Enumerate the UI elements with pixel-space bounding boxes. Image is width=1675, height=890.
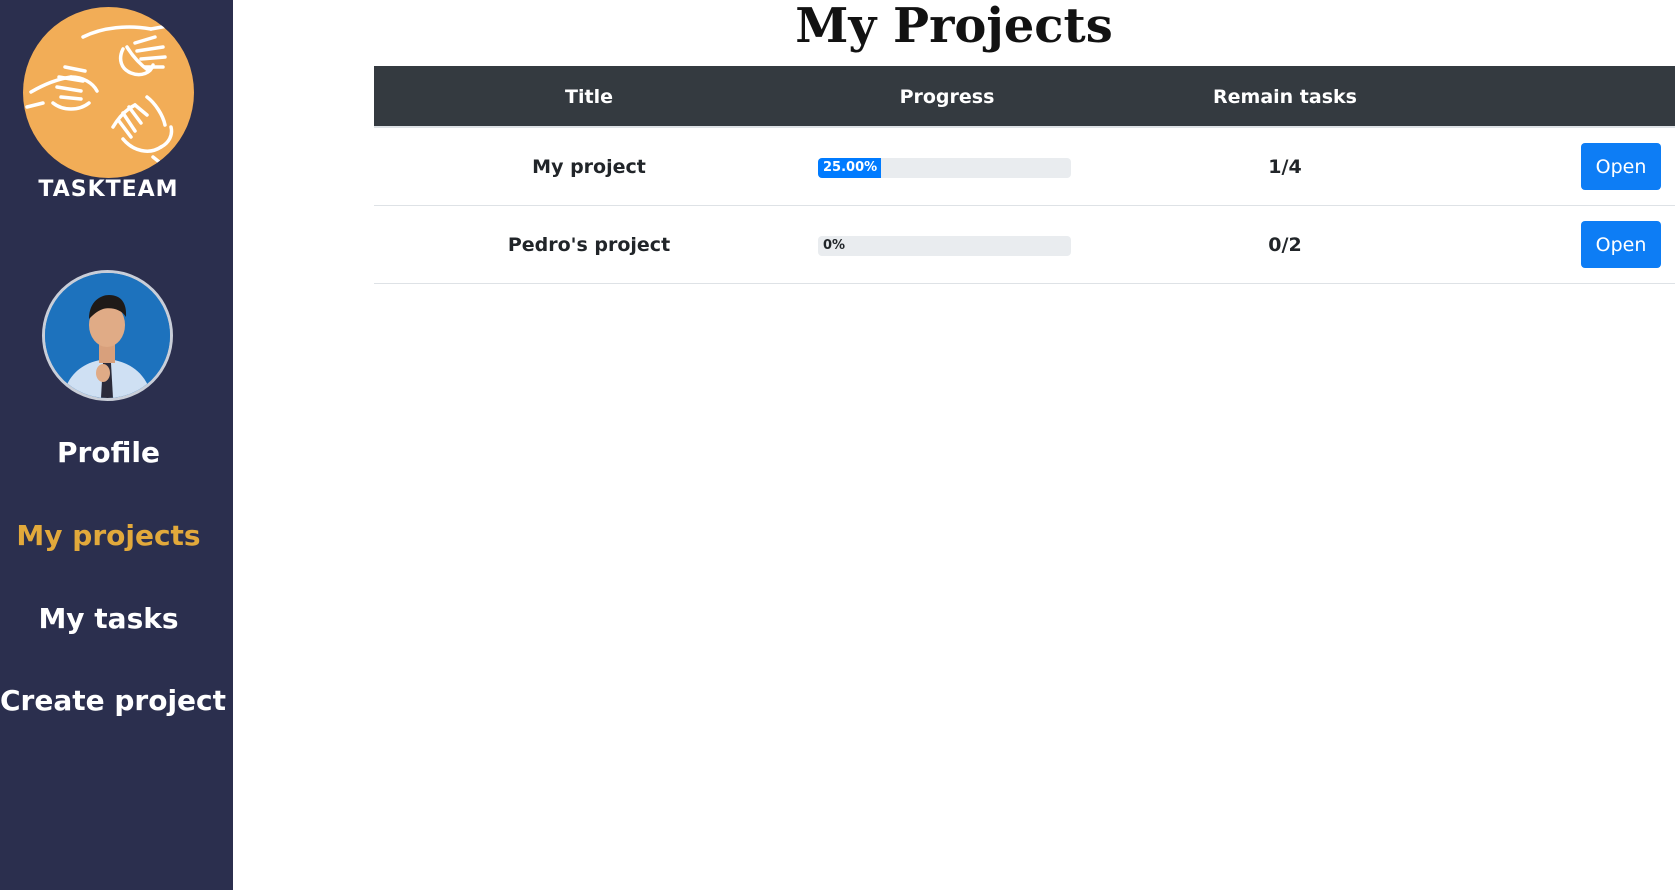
sidebar: TASKTEAM Profile My projects My tasks Cr…	[0, 0, 233, 890]
column-header-action	[1480, 66, 1675, 128]
helping-hands-icon[interactable]	[23, 7, 194, 178]
progress-fill: 25.00%	[818, 158, 882, 178]
progress-label: 0%	[823, 238, 846, 253]
project-title: My project	[532, 156, 646, 178]
progress-bar: 25.00%	[818, 158, 1071, 178]
column-header-progress: Progress	[899, 86, 995, 108]
column-header-title: Title	[565, 86, 613, 108]
sidebar-item-create-project[interactable]: Create project	[0, 684, 226, 717]
app-root: TASKTEAM Profile My projects My tasks Cr…	[0, 0, 1675, 890]
projects-table: Title Progress Remain tasks My project 2…	[374, 66, 1675, 284]
column-header-remain-tasks: Remain tasks	[1213, 86, 1357, 108]
sidebar-item-profile[interactable]: Profile	[0, 436, 217, 469]
table-row: Pedro's project 0% 0/2 Open	[374, 206, 1675, 284]
table-header: Title Progress Remain tasks	[374, 66, 1675, 128]
open-button[interactable]: Open	[1581, 221, 1661, 268]
remain-tasks: 0/2	[1268, 234, 1302, 256]
sidebar-item-my-projects[interactable]: My projects	[0, 519, 217, 552]
sidebar-item-my-tasks[interactable]: My tasks	[0, 602, 217, 635]
progress-bar: 0%	[818, 236, 1071, 256]
project-title: Pedro's project	[507, 234, 671, 256]
user-avatar[interactable]	[42, 270, 173, 401]
table-row: My project 25.00% 1/4 Open	[374, 128, 1675, 206]
brand-name: TASKTEAM	[38, 177, 179, 202]
remain-tasks: 1/4	[1268, 156, 1302, 178]
open-button[interactable]: Open	[1581, 143, 1661, 190]
page-title: My Projects	[795, 0, 1113, 54]
